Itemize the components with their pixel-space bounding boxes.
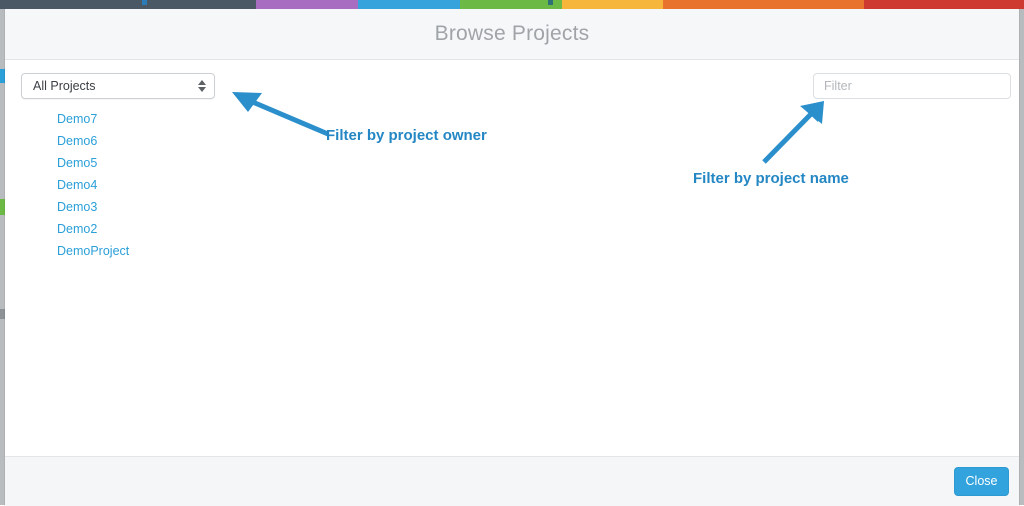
dialog-header: Browse Projects	[5, 9, 1019, 60]
project-link[interactable]: Demo2	[57, 218, 97, 240]
filters-row: All Projects	[5, 73, 1019, 101]
chevron-down-icon	[197, 87, 206, 92]
project-link[interactable]: Demo7	[57, 108, 97, 130]
strip-marker-teal	[548, 0, 553, 5]
project-link[interactable]: Demo6	[57, 130, 97, 152]
project-name-filter-input[interactable]	[813, 73, 1011, 99]
strip-segment-green	[460, 0, 562, 9]
dialog-title: Browse Projects	[434, 22, 590, 45]
project-owner-select-value: All Projects	[33, 79, 96, 93]
strip-marker-blue	[142, 0, 147, 5]
close-button[interactable]: Close	[954, 467, 1009, 496]
project-link[interactable]: Demo3	[57, 196, 97, 218]
strip-segment-dark-slate	[0, 0, 256, 9]
browse-projects-dialog: Browse Projects All Projects Demo7 Demo6…	[5, 9, 1019, 506]
page-color-strip	[0, 0, 1024, 9]
strip-segment-red	[864, 0, 1024, 9]
project-link[interactable]: DemoProject	[57, 240, 129, 262]
project-link[interactable]: Demo4	[57, 174, 97, 196]
project-list: Demo7 Demo6 Demo5 Demo4 Demo3 Demo2 Demo…	[57, 108, 357, 262]
dialog-body: All Projects Demo7 Demo6 Demo5 Demo4 Dem…	[5, 60, 1019, 456]
chevron-up-icon	[197, 80, 206, 85]
strip-segment-yellow	[562, 0, 663, 9]
project-owner-select[interactable]: All Projects	[21, 73, 215, 99]
strip-segment-purple	[256, 0, 358, 9]
updown-stepper-icon	[197, 79, 206, 94]
strip-segment-orange	[663, 0, 864, 9]
page-right-edge	[1019, 9, 1024, 505]
strip-segment-blue	[358, 0, 460, 9]
project-link[interactable]: Demo5	[57, 152, 97, 174]
dialog-footer: Close	[5, 456, 1019, 506]
